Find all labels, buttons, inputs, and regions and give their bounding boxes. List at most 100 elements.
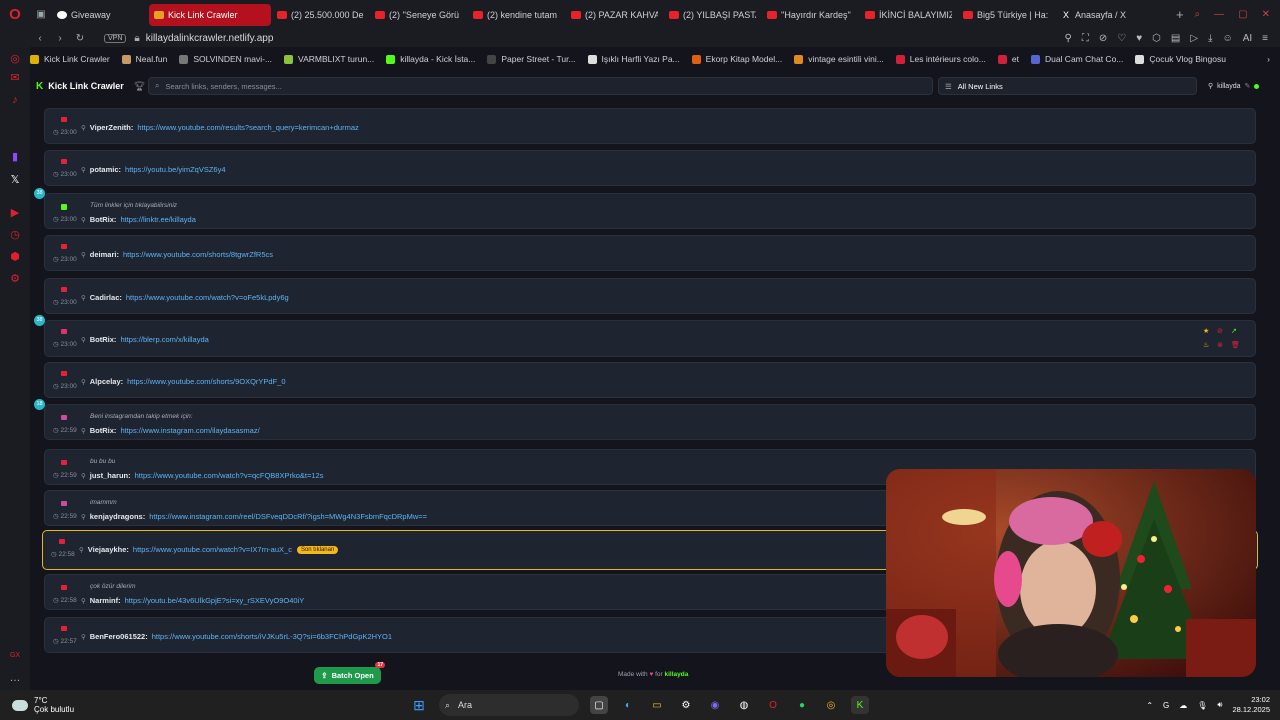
pin-icon[interactable]: ⚲: [1065, 33, 1072, 44]
link-url[interactable]: https://youtu.be/yimZqVSZ6y4: [125, 165, 225, 174]
heart-icon[interactable]: ♥: [1136, 33, 1142, 44]
sender-name[interactable]: ViperZenith:: [90, 123, 134, 132]
tab-7[interactable]: ''Hayırdır Kardeş'': [762, 4, 859, 26]
bookmark-item[interactable]: Çocuk Vlog Bingosu: [1135, 54, 1226, 64]
wallet-icon[interactable]: ▤: [1171, 33, 1180, 44]
link-url[interactable]: https://blerp.com/x/killayda: [120, 335, 208, 344]
link-row[interactable]: ◷ 23:00 ⚲ BotRix: https://blerp.com/x/killa…: [34, 315, 1256, 357]
tab-2[interactable]: (2) 25.500.000 De: [272, 4, 369, 26]
tab-5[interactable]: (2) PAZAR KAHVA: [566, 4, 663, 26]
tab-8[interactable]: İKİNCİ BALAYIMIZ: [860, 4, 957, 26]
messenger-icon[interactable]: ✉: [9, 72, 21, 84]
link-url[interactable]: https://www.youtube.com/watch?v=IX7rn-au…: [133, 545, 292, 554]
bookmark-item[interactable]: killayda - Kick İsta...: [386, 54, 475, 64]
x-icon[interactable]: 𝕏: [9, 174, 21, 186]
bookmark-item[interactable]: vintage esintili vini...: [794, 54, 884, 64]
made-with-user[interactable]: killayda: [665, 671, 689, 678]
chrome-icon[interactable]: ◎: [822, 696, 840, 714]
mute-icon[interactable]: ⊗: [1217, 341, 1231, 349]
edge-icon[interactable]: ◐: [619, 696, 637, 714]
block-icon[interactable]: ⊘: [1217, 327, 1231, 335]
link-row[interactable]: ◷ 23:00 ⚲ deimari: https://www.youtube.com/…: [44, 235, 1256, 271]
minimize-button[interactable]: —: [1214, 9, 1224, 20]
link-url[interactable]: https://youtu.be/43v6UlkGpjE?si=xy_rSXEV…: [125, 596, 305, 605]
task-view-icon[interactable]: ▢: [590, 696, 608, 714]
bookmarks-overflow-icon[interactable]: ›: [1267, 54, 1270, 64]
sender-name[interactable]: Cadirlac:: [90, 293, 122, 302]
bookmark-item[interactable]: Kick Link Crawler: [30, 54, 110, 64]
tab-10[interactable]: X Anasayfa / X: [1056, 4, 1153, 26]
bookmark-item[interactable]: VARMBLIXT turun...: [284, 54, 374, 64]
bookmark-item[interactable]: Neal.fun: [121, 54, 167, 64]
app-brand[interactable]: K Kick Link Crawler: [36, 81, 124, 92]
sender-name[interactable]: Narminf:: [90, 596, 121, 605]
play-icon[interactable]: ▷: [1190, 33, 1198, 44]
link-row[interactable]: ◷ 23:00 ⚲ ViperZenith: https://www.youtube.…: [44, 108, 1256, 144]
tray-chevron-icon[interactable]: ⌃: [1146, 701, 1153, 710]
tray-cloud-icon[interactable]: ☁: [1179, 701, 1187, 710]
bookmark-item[interactable]: et: [997, 54, 1019, 64]
menu-icon[interactable]: ≡: [1262, 33, 1268, 44]
bookmark-item[interactable]: Dual Cam Chat Co...: [1030, 54, 1123, 64]
aria-icon[interactable]: ◎: [9, 53, 21, 65]
spotify-icon[interactable]: ●: [793, 696, 811, 714]
sender-name[interactable]: BotRix:: [90, 215, 117, 224]
extensions-sidebar-icon[interactable]: ⬢: [9, 251, 21, 263]
tab-3[interactable]: (2) ''Seneye Görü: [370, 4, 467, 26]
sender-name[interactable]: potamic:: [90, 165, 121, 174]
edit-icon[interactable]: ✎: [1245, 82, 1251, 90]
search-input[interactable]: ⌕ Search links, senders, messages...: [148, 77, 933, 95]
link-url[interactable]: https://www.instagram.com/reel/DSFveqDDc…: [149, 512, 427, 521]
discord-icon[interactable]: ◉: [706, 696, 724, 714]
tab-0[interactable]: Giveaway: [52, 4, 148, 26]
opera-logo-icon[interactable]: O: [0, 0, 30, 29]
settings-taskbar-icon[interactable]: ⚙: [677, 696, 695, 714]
bookmark-item[interactable]: Işıklı Harfli Yazı Pa...: [587, 54, 680, 64]
extensions-icon[interactable]: ⬡: [1152, 33, 1161, 44]
maximize-button[interactable]: ▢: [1238, 9, 1247, 20]
batch-open-button[interactable]: ⇪ Batch Open 17: [314, 662, 385, 684]
sender-name[interactable]: deimari:: [90, 250, 119, 259]
obs-icon[interactable]: ◍: [735, 696, 753, 714]
sender-name[interactable]: BenFero061522:: [90, 632, 148, 641]
speaker-icon[interactable]: 🔊︎: [1217, 700, 1222, 710]
link-url[interactable]: https://www.youtube.com/shorts/9OXQrYPdF…: [127, 377, 285, 386]
forward-icon[interactable]: ›: [50, 33, 70, 44]
link-row[interactable]: ◷ 23:00 ⚲ Alpcelay: https://www.youtube.com…: [44, 362, 1256, 398]
tab-6[interactable]: (2) YILBAŞI PASTA: [664, 4, 761, 26]
url-field[interactable]: killaydalinkcrawler.netlify.app: [146, 33, 274, 44]
new-tab-button[interactable]: +: [1176, 7, 1184, 22]
profile-icon[interactable]: ☺: [1222, 33, 1232, 44]
sender-name[interactable]: just_harun:: [90, 471, 131, 480]
link-url[interactable]: https://www.youtube.com/shorts/8tgwrZfR5…: [123, 250, 273, 259]
opera-taskbar-icon[interactable]: O: [764, 696, 782, 714]
trophy-icon[interactable]: 🏆︎: [134, 81, 145, 92]
link-row[interactable]: ◷ 23:00 ⚲ potamic: https://youtu.be/yimZqVS…: [44, 150, 1256, 186]
snapshot-icon[interactable]: ⛶: [1082, 33, 1089, 44]
start-icon[interactable]: ⊞: [410, 696, 428, 714]
lock-icon[interactable]: 🔒︎: [134, 33, 139, 44]
ai-icon[interactable]: AI: [1243, 33, 1252, 44]
download-icon[interactable]: ⤓: [1208, 33, 1212, 44]
taskbar-clock[interactable]: 23:02 28.12.2025: [1232, 695, 1270, 715]
user-chip[interactable]: ⚲ killayda ✎: [1208, 82, 1260, 90]
bookmark-icon[interactable]: ♡: [1117, 33, 1126, 44]
filter-select[interactable]: ☰ All New Links: [938, 77, 1197, 95]
tab-1[interactable]: Kick Link Crawler: [149, 3, 271, 26]
weather-widget[interactable]: 7°C Çok bulutlu: [12, 696, 74, 714]
sender-name[interactable]: Alpcelay:: [90, 377, 123, 386]
vpn-badge[interactable]: VPN: [104, 33, 127, 43]
star-icon[interactable]: ★: [1203, 327, 1217, 335]
tray-g-icon[interactable]: G: [1163, 701, 1169, 710]
bookmark-item[interactable]: Paper Street - Tur...: [487, 54, 576, 64]
player-icon[interactable]: ▶: [9, 207, 21, 219]
link-url[interactable]: https://www.youtube.com/watch?v=oFe5kLpd…: [126, 293, 289, 302]
back-icon[interactable]: ‹: [30, 33, 50, 44]
delete-icon[interactable]: 🗑︎: [1231, 341, 1245, 349]
history-icon[interactable]: ◷: [9, 229, 21, 241]
link-row[interactable]: ◷ 23:00 ⚲ Cadirlac: https://www.youtube.com…: [44, 278, 1256, 314]
bookmark-item[interactable]: SOLVINDEN mavi-...: [179, 54, 272, 64]
more-icon[interactable]: …: [9, 672, 21, 684]
link-url[interactable]: https://www.youtube.com/shorts/iVJKu5rL-…: [152, 632, 392, 641]
reload-icon[interactable]: ↻: [70, 33, 90, 44]
